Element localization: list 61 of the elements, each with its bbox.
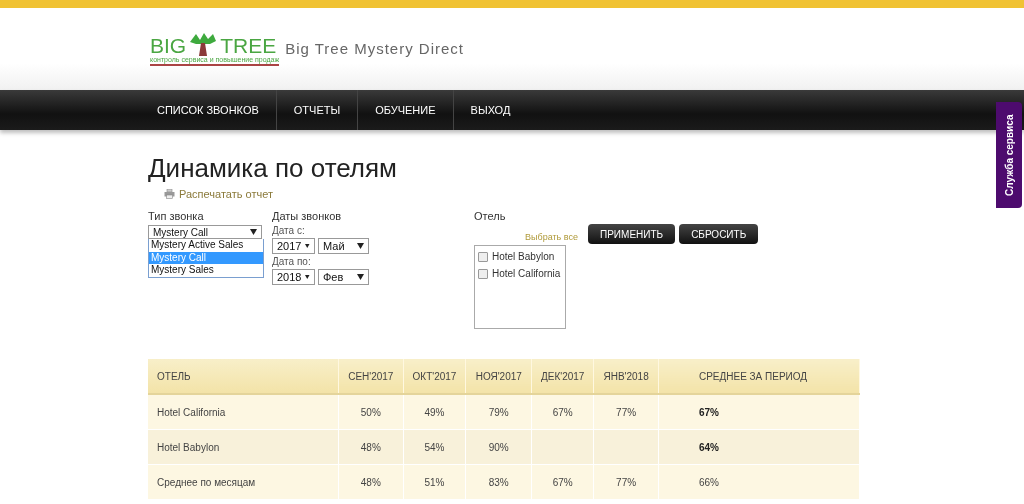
table-cell: Hotel Babylon	[148, 429, 339, 465]
table-cell: 77%	[593, 464, 659, 500]
column-header: НОЯ'2017	[465, 359, 532, 394]
caret-icon	[250, 229, 257, 235]
caret-icon	[357, 274, 364, 280]
table-cell: 48%	[338, 464, 404, 500]
year-select[interactable]: 2017	[272, 238, 315, 254]
action-button[interactable]: ПРИМЕНИТЬ	[588, 224, 676, 244]
page-title: Динамика по отелям	[148, 152, 397, 184]
month-select[interactable]: Фев	[318, 269, 369, 285]
nav-link[interactable]: ОТЧЕТЫ	[276, 90, 359, 130]
checkbox[interactable]	[478, 268, 488, 279]
print-link[interactable]: Распечатать отчет	[164, 188, 273, 200]
dropdown-option[interactable]: Mystery Sales	[149, 264, 263, 277]
caret-icon	[305, 243, 310, 249]
service-tab[interactable]: Служба сервиса	[996, 102, 1022, 208]
table-cell: 67%	[658, 394, 860, 430]
logo-text: TREE	[220, 35, 277, 56]
nav-link[interactable]: ВЫХОД	[453, 90, 528, 130]
column-header: ДЕК'2017	[531, 359, 594, 394]
table-cell: 77%	[593, 394, 659, 430]
table-cell: Hotel California	[148, 394, 339, 430]
column-header: ОТЕЛЬ	[148, 359, 339, 394]
month-select[interactable]: Май	[318, 238, 369, 254]
table-cell: 90%	[465, 429, 532, 465]
hotel-option[interactable]: Hotel Babylon	[478, 248, 562, 265]
column-header: СЕН'2017	[338, 359, 404, 394]
call-type-select[interactable]: Mystery Call	[148, 225, 262, 239]
table-cell: 83%	[465, 464, 532, 500]
field-label: Даты звонков	[272, 210, 343, 222]
table-cell: 49%	[403, 394, 466, 430]
nav-link[interactable]: ОБУЧЕНИЕ	[358, 90, 454, 130]
table-cell: 67%	[531, 464, 594, 500]
dropdown-option[interactable]: Mystery Active Sales	[149, 239, 263, 252]
table-cell: 50%	[338, 394, 404, 430]
table-cell: 67%	[531, 394, 594, 430]
table-cell: 64%	[658, 429, 860, 465]
column-header: ЯНВ'2018	[593, 359, 659, 394]
caret-icon	[357, 243, 364, 249]
checkbox[interactable]	[478, 251, 488, 262]
table-cell: 66%	[658, 464, 860, 500]
action-button[interactable]: СБРОСИТЬ	[679, 224, 759, 244]
year-select[interactable]: 2018	[272, 269, 315, 285]
hotel-option[interactable]: Hotel California	[478, 265, 562, 282]
table-cell: 79%	[465, 394, 532, 430]
field-label: Тип звонка	[148, 210, 205, 222]
column-header: СРЕДНЕЕ ЗА ПЕРИОД	[658, 359, 860, 394]
field-label: Дата с:	[272, 225, 306, 236]
caret-icon	[305, 274, 310, 280]
field-label: Дата по:	[272, 256, 312, 267]
field-label: Отель	[474, 210, 507, 222]
logo-text: BIG	[150, 35, 187, 56]
site-title: Big Tree Mystery Direct	[285, 40, 465, 57]
table-cell: Среднее по месяцам	[148, 464, 339, 500]
printer-icon	[164, 189, 175, 199]
table-cell: 54%	[403, 429, 466, 465]
hotel-list[interactable]: Hotel Babylon Hotel California	[474, 245, 566, 329]
table-cell: 48%	[338, 429, 404, 465]
column-header: ОКТ'2017	[403, 359, 466, 394]
table-cell: 51%	[403, 464, 466, 500]
nav-link[interactable]: СПИСОК ЗВОНКОВ	[140, 90, 277, 130]
